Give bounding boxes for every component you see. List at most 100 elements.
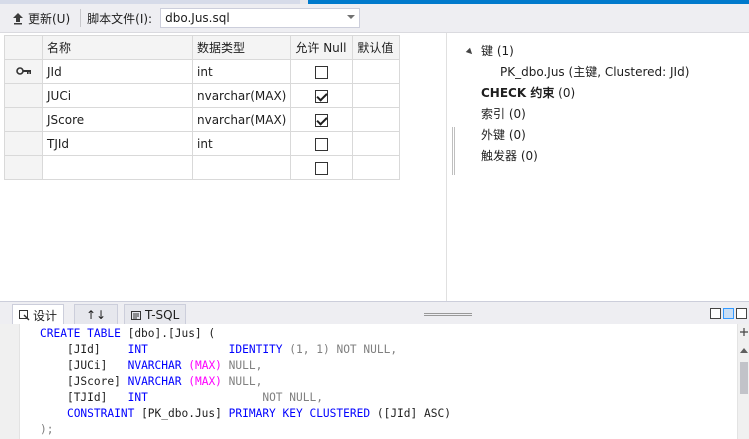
- sql-token: );: [40, 423, 54, 436]
- expand-triangle-icon[interactable]: [465, 47, 475, 56]
- sql-token: NOT NULL,: [336, 343, 398, 356]
- cell-allow-null[interactable]: [290, 131, 354, 156]
- table-row[interactable]: JUCi nvarchar(MAX): [4, 83, 401, 108]
- cell-data-type[interactable]: nvarchar(MAX): [191, 107, 292, 132]
- collapse-pane-icon[interactable]: [736, 308, 747, 319]
- scroll-up-icon[interactable]: [739, 346, 749, 354]
- sql-code[interactable]: CREATE TABLE [dbo].[Jus] ( [JId] INT IDE…: [40, 326, 451, 438]
- row-selector[interactable]: [4, 83, 43, 108]
- splitter-grip[interactable]: [452, 127, 455, 175]
- tab-design[interactable]: 设计: [12, 304, 65, 325]
- cell-data-type[interactable]: int: [191, 131, 292, 156]
- check-node[interactable]: CHECK 约束 (0): [481, 84, 575, 101]
- cell-default[interactable]: [352, 59, 401, 84]
- cell-name[interactable]: [42, 155, 193, 180]
- update-button[interactable]: 更新(U): [8, 7, 74, 29]
- cell-name[interactable]: TJId: [42, 131, 193, 156]
- splitter-grip[interactable]: [424, 313, 472, 316]
- table-row[interactable]: JId int: [4, 59, 401, 84]
- tsql-icon: [131, 310, 141, 320]
- cell-default[interactable]: [352, 83, 401, 108]
- pk-detail: (主键, Clustered: JId): [568, 65, 690, 79]
- pk-name: PK_dbo.Jus: [500, 65, 565, 79]
- allow-null-checkbox[interactable]: [315, 137, 329, 151]
- script-file-value: dbo.Jus.sql: [165, 11, 230, 25]
- table-properties-pane: 键 (1) PK_dbo.Jus (主键, Clustered: JId) CH…: [447, 33, 749, 301]
- foreign-keys-label: 外键 (0): [481, 128, 526, 142]
- keys-node[interactable]: 键 (1): [465, 42, 514, 59]
- allow-null-checkbox[interactable]: [315, 89, 329, 103]
- tab-design-label: 设计: [33, 308, 58, 323]
- column-grid: 名称 数据类型 允许 Null 默认值 JId int JUCi nvarcha…: [4, 35, 401, 180]
- table-row[interactable]: TJId int: [4, 131, 401, 156]
- row-selector[interactable]: [4, 107, 43, 132]
- cell-allow-null[interactable]: [290, 59, 354, 84]
- cell-allow-null[interactable]: [290, 155, 354, 180]
- toolbar-separator: [80, 9, 82, 27]
- swap-icon: ↑↓: [85, 308, 107, 322]
- cell-default[interactable]: [352, 131, 401, 156]
- header-default[interactable]: 默认值: [352, 35, 401, 60]
- sql-token: NVARCHAR: [127, 375, 182, 388]
- indexes-label: 索引 (0): [481, 107, 526, 121]
- horizontal-split-icon[interactable]: [723, 308, 734, 319]
- sql-token: NULL,: [228, 359, 263, 372]
- vertical-split-icon[interactable]: [710, 308, 721, 319]
- editor-scrollbar[interactable]: [737, 324, 749, 439]
- tsql-editor[interactable]: CREATE TABLE [dbo].[Jus] ( [JId] INT IDE…: [0, 324, 749, 439]
- header-allow-null[interactable]: 允许 Null: [290, 35, 354, 60]
- foreign-keys-node[interactable]: 外键 (0): [481, 126, 526, 143]
- table-row-new[interactable]: [4, 155, 401, 180]
- tab-tsql-label: T-SQL: [145, 308, 180, 322]
- sql-token: [TJId]: [66, 391, 108, 404]
- pane-layout-buttons: [708, 308, 747, 319]
- sql-token: [JId]: [66, 343, 101, 356]
- tab-tsql[interactable]: T-SQL: [124, 304, 187, 325]
- cell-name[interactable]: JUCi: [42, 83, 193, 108]
- keys-label: 键 (1): [481, 44, 514, 58]
- header-data-type[interactable]: 数据类型: [191, 35, 292, 60]
- update-label: 更新(U): [28, 11, 71, 26]
- scroll-thumb[interactable]: [740, 362, 748, 394]
- chevron-down-icon[interactable]: [347, 15, 356, 19]
- triggers-node[interactable]: 触发器 (0): [481, 147, 538, 164]
- swap-panes-button[interactable]: ↑↓: [74, 304, 118, 325]
- indexes-node[interactable]: 索引 (0): [481, 105, 526, 122]
- cell-default[interactable]: [352, 155, 401, 180]
- cell-default[interactable]: [352, 107, 401, 132]
- sql-token: ([JId] ASC): [376, 407, 451, 420]
- view-tab-strip: 设计 ↑↓ T-SQL: [0, 301, 749, 325]
- primary-key-icon: [15, 66, 31, 75]
- script-file-label: 脚本文件(I):: [87, 11, 153, 26]
- check-count: (0): [558, 86, 576, 100]
- cell-allow-null[interactable]: [290, 107, 354, 132]
- row-header-corner[interactable]: [4, 35, 43, 60]
- designer-toolbar: 更新(U) 脚本文件(I): dbo.Jus.sql: [0, 4, 749, 33]
- sql-token: CREATE TABLE: [40, 327, 121, 340]
- sql-token: NULL,: [228, 375, 263, 388]
- header-name[interactable]: 名称: [42, 35, 193, 60]
- triggers-label: 触发器 (0): [481, 149, 538, 163]
- cell-allow-null[interactable]: [290, 83, 354, 108]
- pk-node[interactable]: PK_dbo.Jus (主键, Clustered: JId): [500, 63, 689, 80]
- script-file-combo[interactable]: dbo.Jus.sql: [160, 8, 361, 28]
- cell-name[interactable]: JScore: [42, 107, 193, 132]
- split-editor-icon[interactable]: [739, 327, 749, 337]
- sql-token: [PK_dbo.Jus]: [141, 407, 222, 420]
- allow-null-checkbox[interactable]: [315, 113, 329, 127]
- cell-data-type[interactable]: nvarchar(MAX): [191, 83, 292, 108]
- sql-token: (1, 1): [289, 343, 330, 356]
- table-row[interactable]: JScore nvarchar(MAX): [4, 107, 401, 132]
- sql-token: IDENTITY: [228, 343, 283, 356]
- sql-token: INT: [127, 391, 148, 404]
- cell-data-type[interactable]: [191, 155, 292, 180]
- check-label: CHECK 约束: [481, 86, 555, 100]
- row-selector[interactable]: [4, 131, 43, 156]
- row-selector[interactable]: [4, 59, 43, 84]
- allow-null-checkbox[interactable]: [315, 65, 329, 79]
- cell-name[interactable]: JId: [42, 59, 193, 84]
- sql-token: [JUCi]: [66, 359, 108, 372]
- allow-null-checkbox[interactable]: [315, 161, 329, 175]
- row-selector[interactable]: [4, 155, 43, 180]
- cell-data-type[interactable]: int: [191, 59, 292, 84]
